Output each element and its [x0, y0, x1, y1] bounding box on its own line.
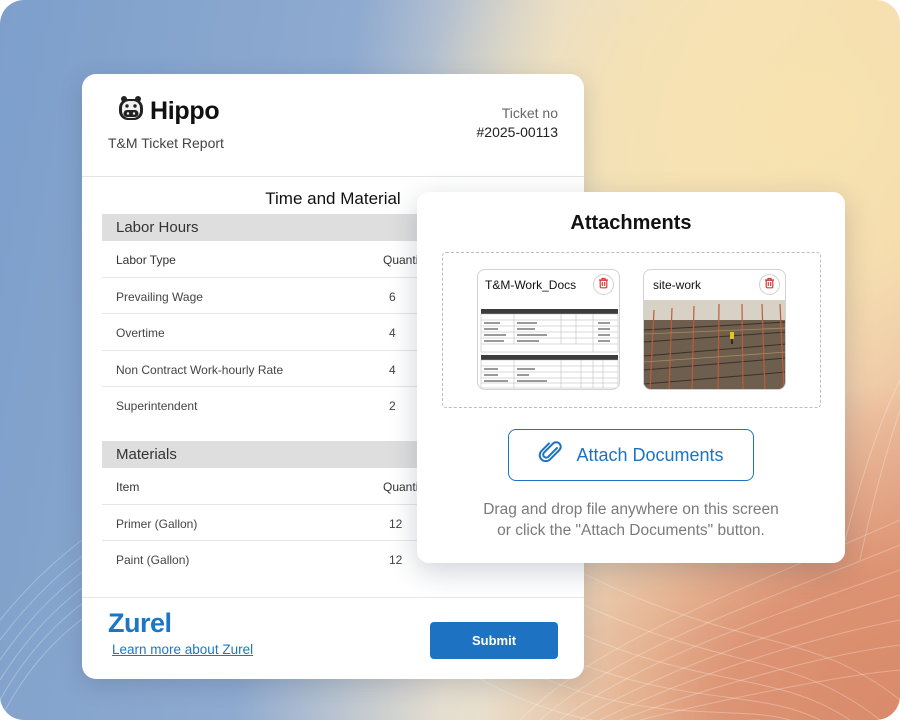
trash-icon [598, 276, 609, 294]
quantity-cell: 12 [389, 516, 403, 531]
report-footer: Zurel Learn more about Zurel Submit [82, 597, 584, 679]
attachment-thumbnail-docs[interactable]: T&M-Work_Docs [477, 269, 620, 390]
file-dropzone[interactable]: T&M-Work_Docs site-work [442, 252, 821, 408]
hippo-logo: Hippo [116, 94, 220, 129]
labor-type-cell: Prevailing Wage [116, 289, 203, 304]
hint-line-1: Drag and drop file anywhere on this scre… [483, 501, 779, 518]
item-cell: Primer (Gallon) [116, 516, 198, 531]
learn-more-link[interactable]: Learn more about Zurel [112, 642, 253, 657]
column-header-labor-type: Labor Type [116, 253, 176, 267]
labor-type-cell: Non Contract Work-hourly Rate [116, 362, 284, 377]
trash-icon [764, 276, 775, 294]
quantity-cell: 2 [389, 399, 396, 413]
quantity-cell: 4 [389, 362, 396, 377]
column-header-quantity: Quanti [383, 480, 419, 494]
report-header: Hippo T&M Ticket Report Ticket no #2025-… [82, 74, 584, 177]
hippo-logo-icon [116, 94, 146, 129]
report-subtitle: T&M Ticket Report [108, 135, 224, 151]
attachment-name: T&M-Work_Docs [485, 278, 577, 292]
labor-type-cell: Overtime [116, 326, 165, 340]
column-header-quantity: Quanti [383, 253, 419, 267]
delete-attachment-button[interactable] [593, 274, 614, 295]
delete-attachment-button[interactable] [759, 274, 780, 295]
ticket-label: Ticket no [501, 105, 558, 121]
labor-type-cell: Superintendent [116, 399, 198, 413]
quantity-cell: 4 [389, 326, 396, 340]
attach-documents-button[interactable]: Attach Documents [508, 429, 754, 481]
brand-name: Hippo [150, 97, 220, 125]
attachment-thumbnail-photo[interactable]: site-work [643, 269, 786, 390]
hint-line-2: or click the "Attach Documents" button. [497, 522, 765, 539]
item-cell: Paint (Gallon) [116, 553, 190, 567]
quantity-cell: 12 [389, 553, 403, 567]
attach-documents-label: Attach Documents [576, 444, 724, 465]
drag-drop-hint: Drag and drop file anywhere on this scre… [417, 499, 845, 541]
attachments-card: Attachments T&M-Work_Docs site-work Atta… [417, 192, 845, 563]
paperclip-icon [538, 440, 564, 471]
attachment-name: site-work [653, 278, 702, 292]
zurel-logo: Zurel [108, 608, 172, 638]
column-header-item: Item [116, 480, 140, 494]
quantity-cell: 6 [389, 289, 396, 304]
ticket-number: #2025-00113 [476, 124, 558, 140]
attachments-title: Attachments [570, 212, 692, 234]
submit-button[interactable]: Submit [430, 622, 558, 659]
